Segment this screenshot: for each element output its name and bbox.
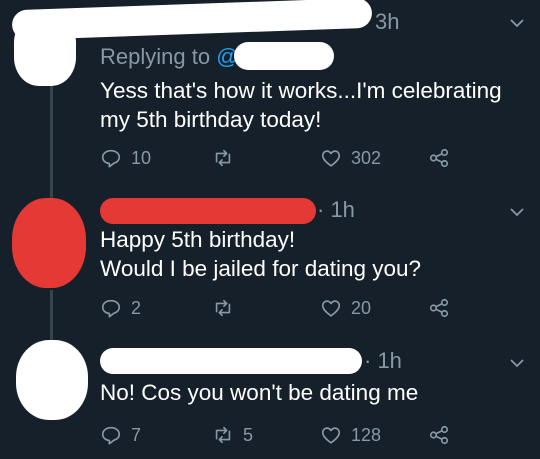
tweet-text-line: Yess that's how it works...I'm celebrati… — [100, 78, 502, 103]
retweet-icon — [215, 426, 231, 444]
retweet-icon — [215, 149, 231, 167]
reply-button[interactable]: 7 — [100, 422, 141, 448]
reply-count: 10 — [131, 147, 152, 168]
retweet-count: 5 — [243, 424, 254, 445]
share-icon — [429, 425, 449, 445]
avatar[interactable] — [12, 198, 86, 288]
reply-icon — [101, 426, 121, 445]
tweet-timestamp: · 1h — [317, 197, 355, 222]
replying-to-label: Replying to — [100, 44, 211, 69]
heart-icon — [321, 300, 341, 317]
retweet-button[interactable] — [212, 145, 243, 171]
tweet-timestamp: · 1h — [364, 348, 402, 373]
reply-count: 7 — [131, 424, 142, 445]
avatar[interactable] — [16, 340, 88, 420]
name-redaction — [100, 348, 362, 374]
retweet-button[interactable]: 5 — [212, 422, 253, 448]
share-icon — [429, 298, 449, 318]
tweet-text: Happy 5th birthday! Would I be jailed fo… — [100, 225, 421, 283]
tweet-text-line: Happy 5th birthday! — [100, 227, 296, 252]
share-button[interactable] — [428, 145, 450, 171]
like-button[interactable]: 20 — [320, 295, 371, 321]
tweet-text: Yess that's how it works...I'm celebrati… — [100, 76, 502, 134]
like-count: 302 — [351, 147, 382, 168]
share-icon — [429, 148, 449, 168]
tweet-1[interactable]: 3h Replying to @ Yess that's how it work… — [0, 0, 540, 195]
like-button[interactable]: 302 — [320, 145, 381, 171]
tweet-timestamp: 3h — [375, 9, 400, 34]
name-redaction — [100, 198, 316, 224]
tweet-actions: 10 302 — [100, 145, 520, 171]
tweet-actions: 7 5 128 — [100, 422, 520, 448]
heart-icon — [321, 150, 341, 167]
tweet-text-line: Would I be jailed for dating you? — [100, 256, 422, 281]
chevron-down-icon[interactable] — [508, 203, 526, 221]
replying-to: Replying to @ — [100, 44, 239, 70]
tweet-3[interactable]: · 1h No! Cos you won't be dating me 7 5 … — [0, 340, 540, 459]
like-count: 20 — [351, 297, 372, 318]
share-button[interactable] — [428, 422, 450, 448]
tweet-text-line: my 5th birthday today! — [100, 107, 322, 132]
like-count: 128 — [351, 424, 382, 445]
tweet-2[interactable]: · 1h Happy 5th birthday! Would I be jail… — [0, 195, 540, 335]
avatar[interactable] — [14, 14, 76, 86]
tweet-text-line: No! Cos you won't be dating me — [100, 380, 419, 405]
tweet-text: No! Cos you won't be dating me — [100, 378, 418, 407]
reply-icon — [101, 149, 121, 168]
retweet-button[interactable] — [212, 295, 243, 321]
handle-redaction — [234, 42, 334, 70]
heart-icon — [321, 427, 341, 444]
chevron-down-icon[interactable] — [508, 14, 526, 32]
reply-count: 2 — [131, 297, 142, 318]
chevron-down-icon[interactable] — [508, 354, 526, 372]
share-button[interactable] — [428, 295, 450, 321]
like-button[interactable]: 128 — [320, 422, 381, 448]
retweet-icon — [215, 299, 231, 317]
reply-button[interactable]: 10 — [100, 145, 151, 171]
tweet-actions: 2 20 — [100, 295, 520, 321]
reply-button[interactable]: 2 — [100, 295, 141, 321]
reply-icon — [101, 299, 121, 318]
